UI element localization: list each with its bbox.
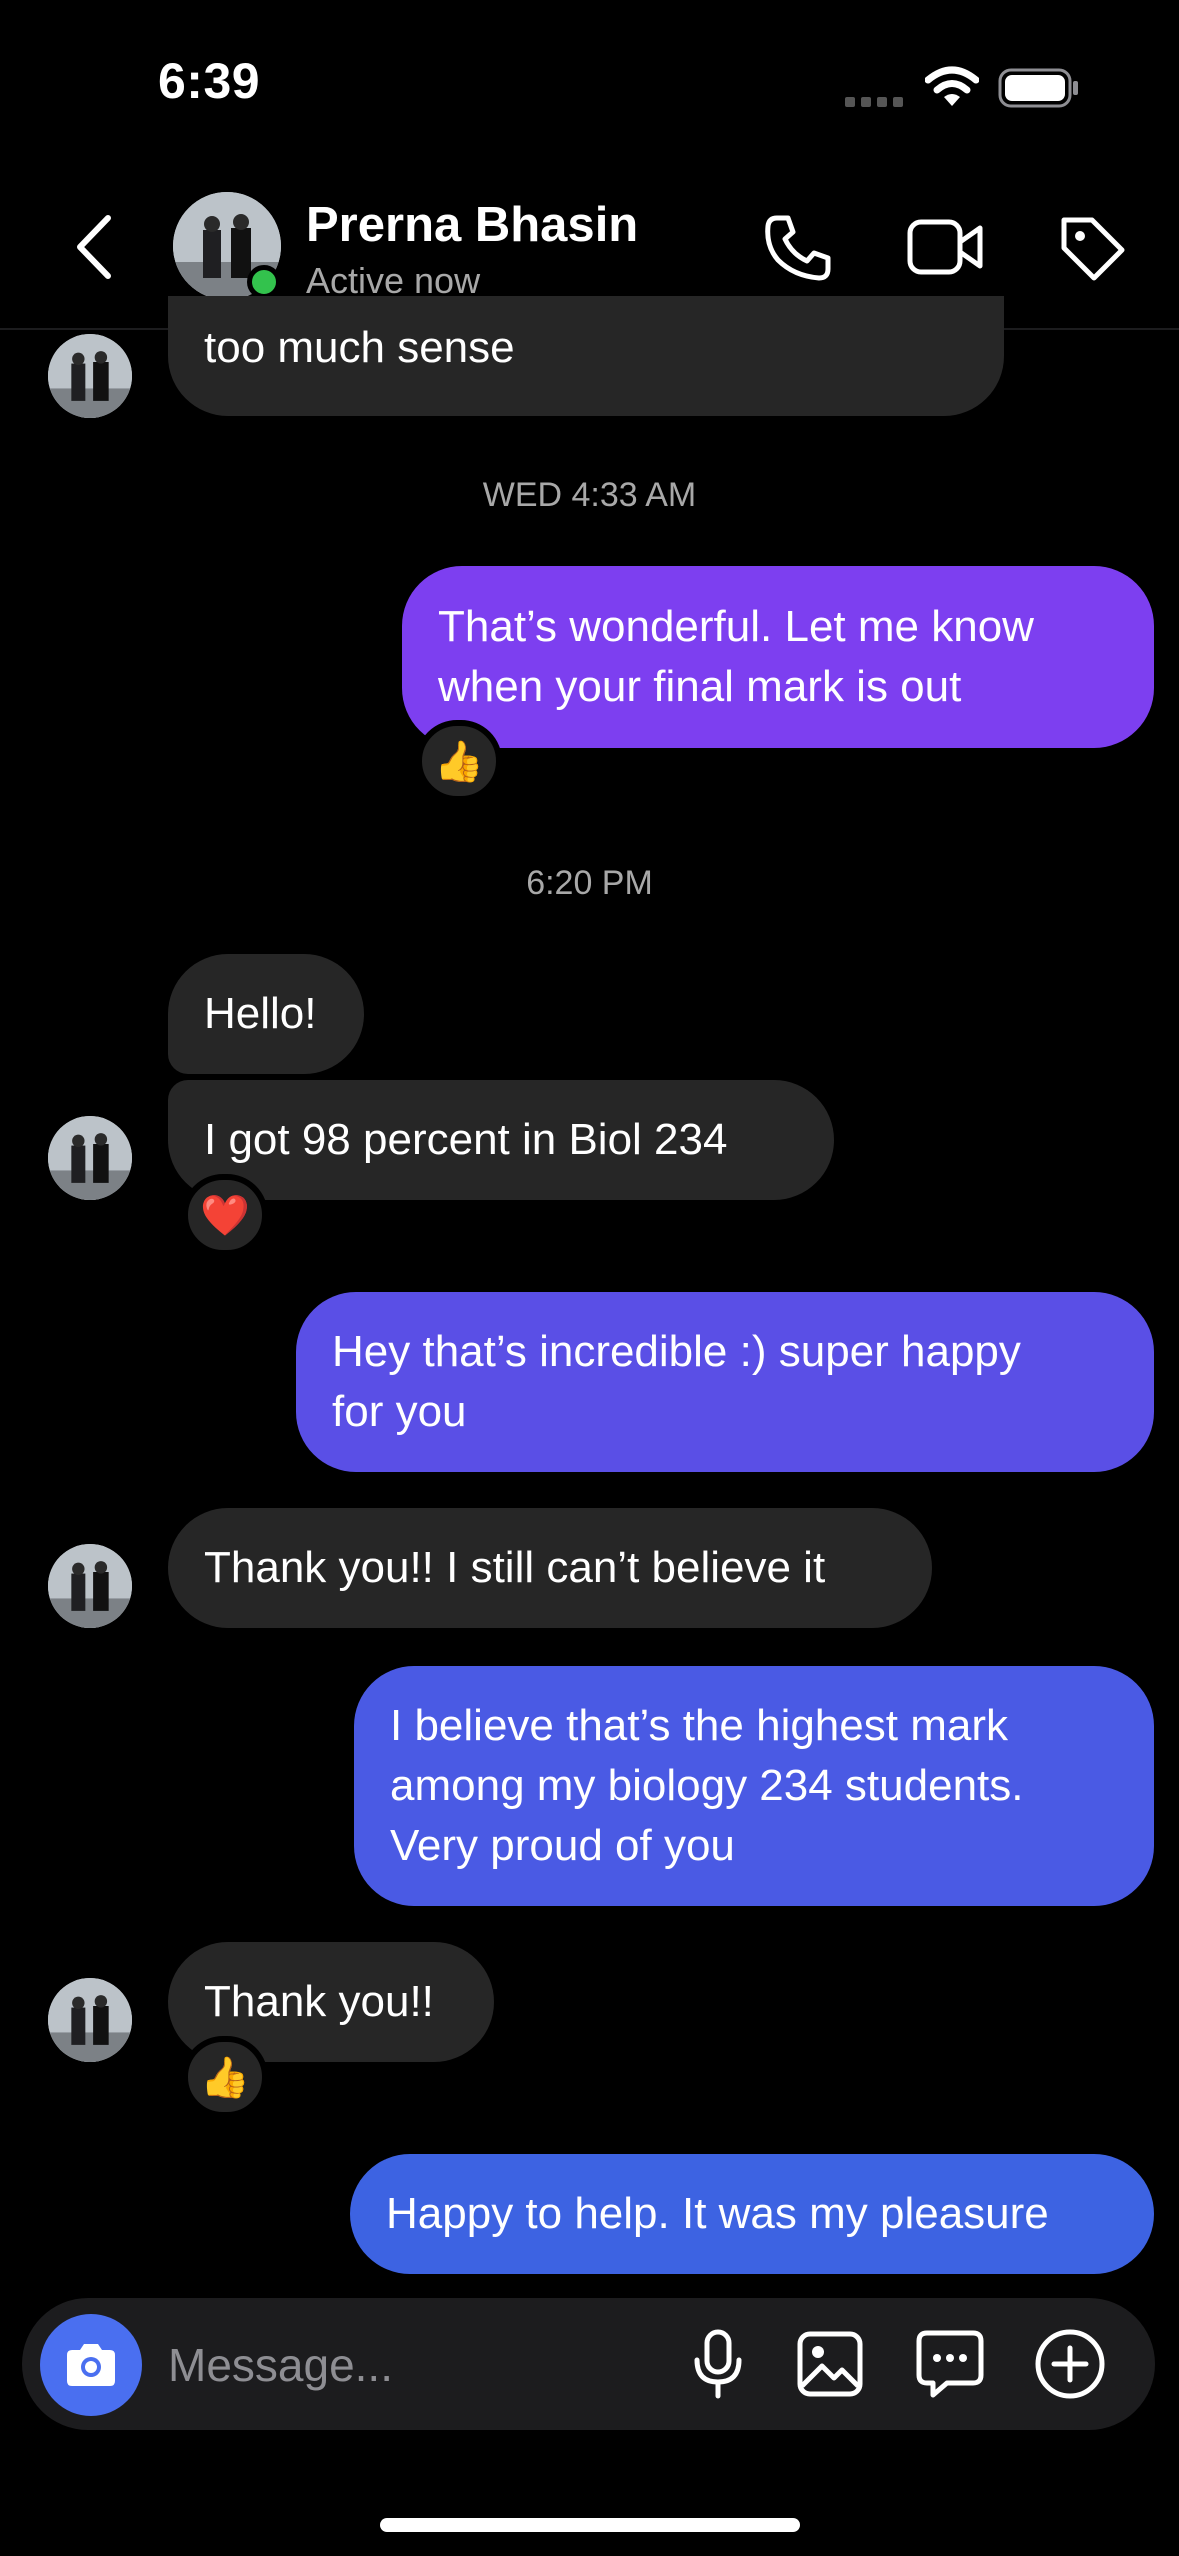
outgoing-message[interactable]: That’s wonderful. Let me know when your …	[402, 566, 1154, 748]
outgoing-message[interactable]: Hey that’s incredible :) super happy for…	[296, 1292, 1154, 1472]
message-text: Thank you!!	[204, 1977, 434, 2026]
message-line: among my biology 234 students.	[390, 1761, 1024, 1810]
contact-avatar-small[interactable]	[48, 1116, 132, 1200]
message-line: for you	[332, 1387, 467, 1436]
message-text: Thank you!! I still can’t believe it	[204, 1543, 826, 1592]
reaction-thumbs-up[interactable]: 👍	[182, 2036, 268, 2118]
message-text: Hello!	[204, 989, 317, 1038]
contact-avatar-small[interactable]	[48, 1544, 132, 1628]
message-line: Very proud of you	[390, 1821, 735, 1870]
incoming-message[interactable]: Hello!	[168, 954, 364, 1074]
battery-icon	[998, 68, 1078, 108]
back-chevron-icon[interactable]	[72, 212, 116, 282]
sticker-icon	[916, 2330, 984, 2398]
reaction-thumbs-up[interactable]: 👍	[416, 720, 502, 802]
message-line: I believe that’s the highest mark	[390, 1701, 1008, 1750]
message-line: Hey that’s incredible :) super happy	[332, 1327, 1021, 1376]
camera-button[interactable]	[40, 2314, 142, 2416]
message-text: I got 98 percent in Biol 234	[204, 1115, 728, 1164]
microphone-button[interactable]	[684, 2326, 752, 2402]
video-camera-icon[interactable]	[906, 214, 984, 280]
message-text: too much sense	[204, 323, 515, 372]
timestamp: 6:20 PM	[526, 864, 653, 902]
incoming-message[interactable]: too much sense	[168, 296, 1004, 416]
add-button[interactable]	[1034, 2328, 1106, 2400]
camera-icon	[67, 2344, 115, 2386]
outgoing-message[interactable]: Happy to help. It was my pleasure	[350, 2154, 1154, 2274]
wifi-icon	[925, 66, 979, 106]
sticker-button[interactable]	[914, 2328, 986, 2400]
cellular-signal-icon	[845, 97, 903, 107]
online-indicator	[247, 265, 281, 299]
contact-avatar-small[interactable]	[48, 1978, 132, 2062]
microphone-icon	[694, 2329, 742, 2399]
message-input[interactable]	[166, 2332, 650, 2398]
gallery-icon	[797, 2331, 863, 2397]
message-line: when your final mark is out	[438, 662, 962, 711]
message-text: Happy to help. It was my pleasure	[386, 2189, 1049, 2238]
incoming-message[interactable]: Thank you!! I still can’t believe it	[168, 1508, 932, 1628]
reaction-heart[interactable]: ❤️	[182, 1174, 268, 1256]
contact-avatar-small[interactable]	[48, 334, 132, 418]
phone-icon[interactable]	[762, 212, 834, 284]
status-time: 6:39	[158, 53, 261, 109]
incoming-message[interactable]: I got 98 percent in Biol 234	[168, 1080, 834, 1200]
home-indicator[interactable]	[380, 2518, 800, 2532]
add-icon	[1035, 2329, 1105, 2399]
gallery-button[interactable]	[794, 2328, 866, 2400]
tag-icon[interactable]	[1056, 212, 1128, 284]
outgoing-message[interactable]: I believe that’s the highest mark among …	[354, 1666, 1154, 1906]
timestamp: WED 4:33 AM	[482, 476, 697, 514]
message-line: That’s wonderful. Let me know	[438, 602, 1034, 651]
contact-name[interactable]: Prerna Bhasin	[306, 197, 638, 253]
